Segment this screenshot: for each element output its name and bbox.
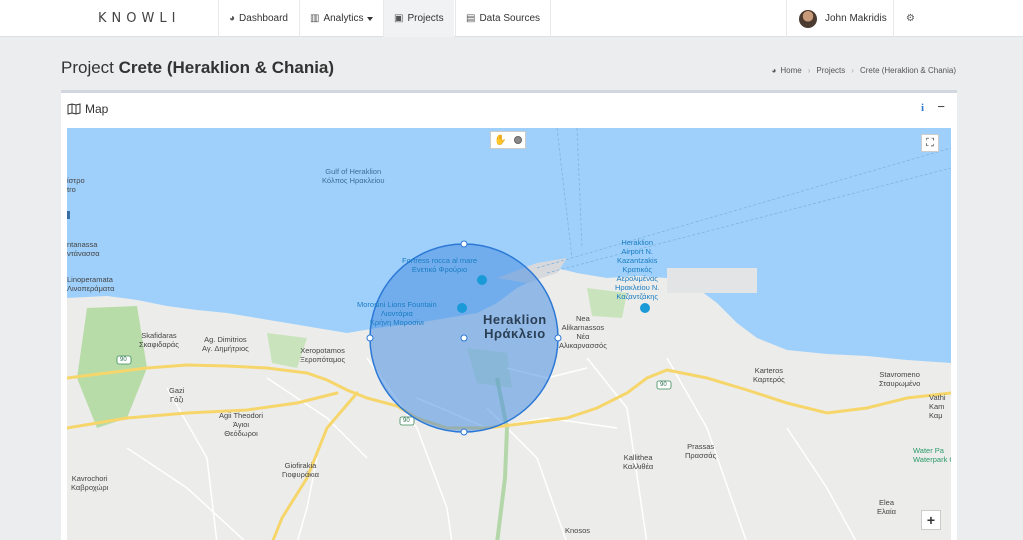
map-label-giofirakia: Giofirakia Γιοφυράκια [282,461,319,479]
map-label-vathi: Vathi Kam Καμ [929,393,946,420]
map-label-road-90: 90 [660,382,667,388]
map-label-road-90: 90 [403,418,410,424]
map-label-knosos: Knosos [565,526,591,535]
breadcrumb: ◕ Home › Projects › Crete (Heraklion & C… [772,66,956,75]
breadcrumb-home[interactable]: Home [780,66,801,75]
map-label-antanassa: ntanassa ντάνασσα [67,240,100,258]
map-label-morosini: Morosini Lions Fountain Λιοντάρια Κρήνη Μο… [357,300,437,327]
breadcrumb-projects[interactable]: Projects [816,66,845,75]
avatar [799,9,817,28]
gears-icon: ⚙ [906,13,915,24]
map-label-kallithea: Kallithea Καλλιθέα [623,453,654,471]
map-label-nea-alikarnassos: Nea Alikarnassos Νέα Αλικαρνασσός [559,314,607,350]
map-panel: Map i − Gulf of Heraklion Κόλπος Ηρακλεί… [61,90,957,540]
user-menu[interactable]: John Makridis [786,0,899,37]
nav-analytics-label: Analytics [323,13,364,24]
nav-projects[interactable]: ▣ Projects [383,0,454,37]
map-label-prassas: Prassas Πρασσάς [685,442,717,460]
map-canvas[interactable]: Gulf of Heraklion Κόλπος Ηρακλείου Fortre… [67,128,951,540]
database-icon: ▤ [466,13,476,24]
nav-analytics[interactable]: ▥ Analytics [299,0,383,37]
brand-logo[interactable]: KNOWLI [98,11,180,26]
hand-pan-icon[interactable]: ✋ [494,135,506,146]
map-label-elea: Elea Ελαία [877,498,896,516]
page-title-name: Crete (Heraklion & Chania) [118,58,335,77]
dashboard-icon: ◕ [771,66,777,75]
minimize-button[interactable]: − [937,99,945,114]
circle-draw-icon[interactable] [513,136,522,144]
map-label-fortress: Fortress rocca al mare Ενετικό Φρούριο [402,256,478,274]
user-name: John Makridis [825,13,887,24]
map-label-xeropotamos: Xeropotamos Ξεροπόταμος [300,346,346,364]
nav-dashboard[interactable]: ◕ Dashboard [218,0,298,37]
zoom-in-button[interactable]: + [921,510,941,530]
panel-title: Map [67,102,108,116]
info-button[interactable]: i [921,102,924,114]
map-label-gulf: Gulf of Heraklion Κόλπος Ηρακλείου [322,167,385,185]
chevron-down-icon [367,16,374,21]
draw-toolbar: ✋ [490,131,526,149]
map-label-stavromeno: Stavromeno Σταυρωμένο [879,370,921,388]
map-label-skafidaras: Skafidaras Σκαφιδαράς [139,331,179,349]
breadcrumb-separator: › [807,66,811,75]
breadcrumb-current: Crete (Heraklion & Chania) [859,66,956,75]
fullscreen-button[interactable]: ⛶ [921,134,939,152]
map-label-karteros: Karteros Καρτερός [753,366,785,384]
breadcrumb-separator: › [851,66,854,75]
panel-header: Map i − [61,93,957,128]
map-label-istro: ίστρο tro [67,176,85,194]
nav-dashboard-label: Dashboard [239,13,288,24]
map-label-waterpark: Water PaWaterpark Cr [913,446,951,464]
map-label-road-90: 90 [120,357,127,363]
page-title-prefix: Project [61,58,114,77]
bar-chart-icon: ▥ [310,13,320,24]
nav-data-sources[interactable]: ▤ Data Sources [455,0,552,37]
top-navbar: KNOWLI ◕ Dashboard ▥ Analytics ▣ Project… [0,0,1023,37]
map-label-heraklion: Heraklion Ηράκλειο [483,312,547,341]
map-label-agii-theodori: Agii Theodori Άγιοι Θεόδωροι [219,411,264,438]
map-icon [67,103,81,115]
map-label-gazi: Gazi Γάζι [169,386,185,404]
page-title: Project Crete (Heraklion & Chania) [61,58,334,78]
map-label-airport: Heraklion Airport N. Kazantzakis Κρατικός Α… [615,238,660,301]
fullscreen-icon: ⛶ [926,136,934,149]
map-label-ag-dimitrios: Ag. Dimitrios Αγ. Δημήτριος [202,335,249,353]
panel-title-label: Map [85,102,109,116]
map-label-linoperamata: Linoperamata Λινοπεράματα [67,275,115,293]
nav-projects-label: Projects [407,13,444,24]
projects-icon: ▣ [394,13,404,24]
settings-button[interactable]: ⚙ [893,0,931,37]
dashboard-icon: ◕ [229,13,236,24]
nav-data-sources-label: Data Sources [479,13,541,24]
map-label-kavrochori: Kavrochori Καβροχώρι [71,474,109,492]
